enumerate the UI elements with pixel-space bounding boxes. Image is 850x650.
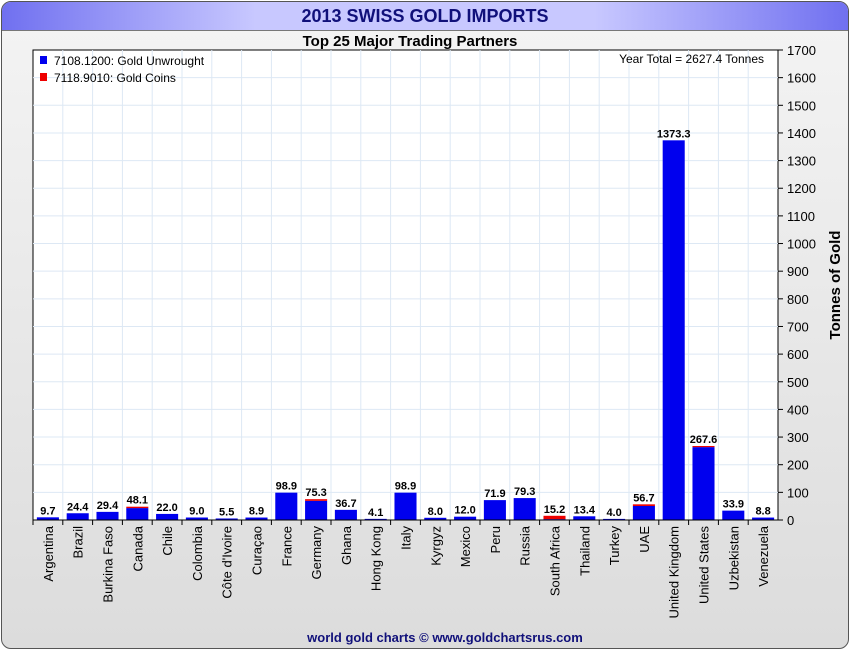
x-tick-label: Burkina Faso: [101, 526, 116, 603]
data-label: 13.4: [574, 504, 596, 516]
data-label: 33.9: [723, 499, 744, 511]
y-tick-label: 1300: [787, 154, 816, 169]
data-label: 9.0: [189, 506, 204, 518]
bar-unwrought: [96, 511, 119, 520]
x-tick-label: Peru: [488, 526, 503, 553]
x-tick-label: United Kingdom: [667, 526, 682, 619]
chart-title: Top 25 Major Trading Partners: [303, 33, 518, 50]
x-tick-label: Venezuela: [756, 525, 771, 586]
y-tick-label: 1500: [787, 98, 816, 113]
legend-swatch-coins: [40, 73, 47, 81]
data-label: 98.9: [276, 481, 297, 493]
data-label: 267.6: [690, 434, 718, 446]
x-tick-label: Ghana: [339, 525, 354, 565]
legend-unwrought: 7108.1200: Gold Unwrought: [54, 54, 205, 68]
y-tick-label: 200: [787, 458, 809, 473]
legend-coins: 7118.9010: Gold Coins: [54, 71, 176, 85]
y-tick-label: 900: [787, 264, 809, 279]
y-tick-label: 1000: [787, 237, 816, 252]
data-label: 98.9: [395, 481, 416, 493]
data-label: 15.2: [544, 504, 565, 516]
x-tick-label: Curaçao: [250, 526, 265, 575]
data-label: 8.8: [755, 506, 770, 518]
x-tick-label: Hong Kong: [369, 526, 384, 591]
y-tick-label: 1100: [787, 209, 815, 224]
data-label: 48.1: [127, 495, 148, 507]
data-label: 4.1: [368, 507, 383, 519]
y-tick-label: 100: [787, 485, 809, 500]
x-tick-label: UAE: [637, 526, 652, 553]
x-tick-label: France: [279, 526, 294, 566]
x-tick-label: Mexico: [458, 526, 473, 567]
bar-unwrought: [662, 140, 685, 520]
y-tick-label: 1200: [787, 181, 816, 196]
data-label: 12.0: [454, 505, 475, 517]
x-tick-label: Turkey: [607, 526, 622, 566]
y-tick-label: 1400: [787, 126, 816, 141]
y-tick-label: 0: [787, 513, 794, 528]
x-tick-label: United States: [697, 526, 712, 605]
bar-coins: [632, 504, 655, 506]
bar-unwrought: [632, 505, 655, 520]
x-tick-label: Thailand: [577, 526, 592, 576]
chart: Top 25 Major Trading Partners 9.7 24.4 29.…: [32, 33, 844, 645]
x-tick-label: Russia: [518, 525, 533, 566]
data-label: 56.7: [633, 492, 654, 504]
bar-coins: [305, 499, 328, 501]
x-tick-label: Canada: [130, 525, 145, 571]
y-tick-label: 400: [787, 402, 809, 417]
x-tick-label: Brazil: [71, 526, 86, 559]
x-tick-label: Côte d'Ivoire: [220, 526, 235, 599]
data-label: 24.4: [67, 501, 89, 513]
data-label: 5.5: [219, 506, 234, 518]
y-tick-label: 500: [787, 375, 809, 390]
bar-unwrought: [66, 513, 89, 520]
y-tick-label: 1700: [787, 43, 816, 58]
bar-unwrought: [334, 509, 357, 520]
data-label: 79.3: [514, 486, 535, 498]
x-tick-label: Uzbekistan: [726, 526, 741, 590]
y-tick-label: 300: [787, 430, 809, 445]
bar-unwrought: [692, 447, 715, 520]
x-tick-label: Germany: [309, 526, 324, 580]
data-label: 75.3: [305, 487, 326, 499]
year-total-annotation: Year Total = 2627.4 Tonnes: [619, 52, 764, 66]
bar-coins: [692, 446, 715, 448]
legend-swatch-unwrought: [40, 56, 47, 64]
data-label: 4.0: [606, 507, 621, 519]
x-tick-label: Chile: [160, 526, 175, 556]
data-label: 22.0: [156, 502, 177, 514]
bar-unwrought: [513, 498, 536, 520]
bar-unwrought: [722, 510, 745, 520]
data-label: 29.4: [97, 500, 119, 512]
x-tick-label: Argentina: [41, 525, 56, 581]
bar-coins: [543, 515, 566, 520]
data-label: 8.0: [428, 506, 443, 518]
bar-unwrought: [394, 492, 417, 520]
y-tick-label: 600: [787, 347, 809, 362]
data-label: 36.7: [335, 498, 356, 510]
bar-unwrought: [483, 500, 506, 520]
y-tick-label: 700: [787, 319, 809, 334]
bar-unwrought: [275, 492, 298, 520]
y-tick-label: 800: [787, 292, 809, 307]
footer-credit: world gold charts © www.goldchartsrus.co…: [306, 630, 583, 645]
data-label: 9.7: [40, 505, 55, 517]
y-axis-label: Tonnes of Gold: [827, 231, 844, 340]
data-label: 71.9: [484, 488, 505, 500]
bar-unwrought: [305, 500, 328, 520]
x-tick-label: Kyrgyz: [428, 526, 443, 566]
bar-coins: [126, 506, 149, 509]
data-label: 8.9: [249, 506, 264, 518]
y-tick-label: 1600: [787, 71, 816, 86]
x-tick-label: Italy: [399, 526, 414, 550]
x-tick-label: South Africa: [548, 525, 563, 596]
bar-unwrought: [156, 513, 179, 520]
bar-unwrought: [573, 516, 596, 520]
data-label: 1373.3: [657, 128, 691, 140]
bar-unwrought: [126, 508, 149, 520]
x-tick-label: Colombia: [190, 525, 205, 581]
